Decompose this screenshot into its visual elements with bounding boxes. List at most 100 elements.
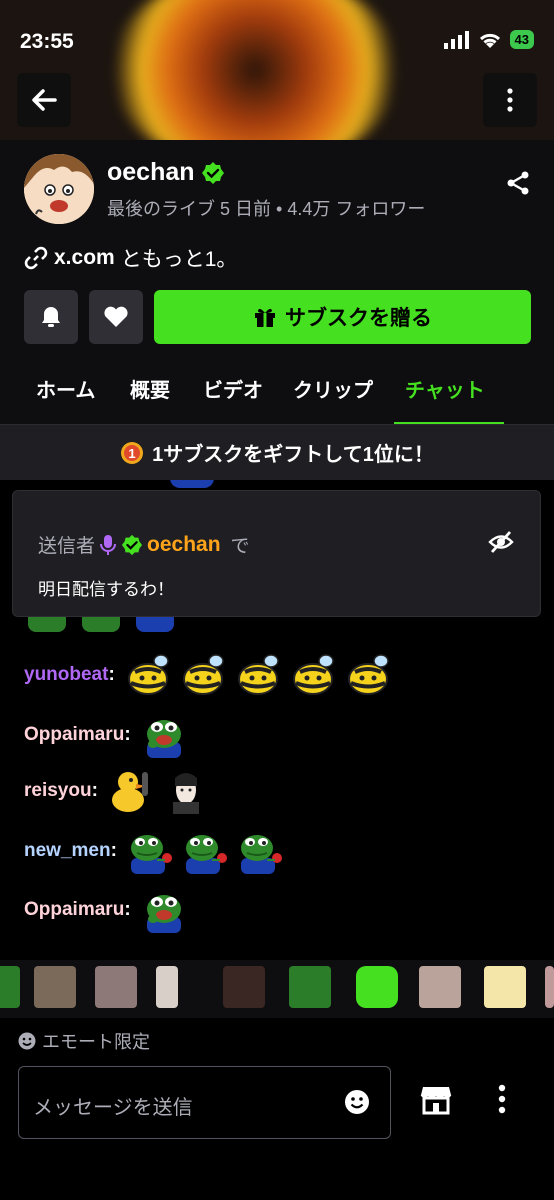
eye-off-icon: [488, 531, 514, 553]
pinned-text: 明日配信するわ！: [38, 580, 174, 599]
verified-badge-icon: [201, 161, 224, 184]
scrolled-emote-fragment: [170, 480, 214, 488]
gift-sub-button[interactable]: サブスクを贈る: [154, 290, 531, 344]
kebab-icon: [507, 88, 513, 112]
wifi-icon: [479, 33, 500, 48]
emote-option[interactable]: [223, 966, 265, 1008]
emote-option[interactable]: [419, 966, 461, 1008]
chat-username-colon: :: [108, 664, 115, 685]
chat-username[interactable]: Oppaimaru: [24, 899, 124, 921]
avatar-illustration: [24, 154, 94, 224]
bee-emote-icon[interactable]: [235, 652, 281, 698]
channel-tabs: ホーム 概要 ビデオ クリップ チャット: [0, 370, 554, 425]
pinned-author: oechan: [147, 532, 221, 556]
chat-username[interactable]: new_men: [24, 840, 111, 862]
chat-username[interactable]: reisyou: [24, 780, 92, 802]
tab-videos[interactable]: ビデオ: [203, 374, 263, 403]
chat-message: Oppaimaru:: [24, 712, 187, 758]
gift-sub-label: サブスクを贈る: [285, 307, 432, 330]
chat-emotes: [127, 828, 283, 874]
emote-option[interactable]: [545, 966, 554, 1008]
bee-emote-icon[interactable]: [290, 652, 336, 698]
emote-picker-strip: [0, 960, 554, 1018]
smiley-icon: [345, 1090, 369, 1114]
tab-about[interactable]: 概要: [130, 374, 170, 403]
channel-header: oechan 最後のライブ 5 日前 • 4.4万 フォロワー x.com とも…: [0, 140, 554, 425]
emote-option[interactable]: [95, 966, 137, 1008]
chat-username-colon: :: [124, 724, 131, 745]
chat-message: reisyou:: [24, 768, 209, 814]
face-emote-icon[interactable]: [162, 768, 209, 814]
store-button[interactable]: [420, 1085, 452, 1120]
chat-username[interactable]: yunobeat: [24, 664, 108, 686]
status-bar: 23:55 43: [0, 0, 554, 80]
chat-username[interactable]: Oppaimaru: [24, 724, 124, 746]
arrow-left-icon: [32, 89, 57, 111]
notifications-button[interactable]: [24, 290, 78, 344]
chat-input-placeholder: メッセージを送信: [33, 1097, 193, 1119]
pinned-suffix: で: [230, 536, 250, 557]
emote-picker-button[interactable]: [344, 1089, 370, 1120]
battery-indicator: 43: [509, 30, 534, 49]
pinned-prefix: 送信者: [38, 536, 96, 557]
duck-emote-icon[interactable]: [108, 768, 154, 814]
share-icon: [507, 171, 529, 195]
follow-button[interactable]: [89, 290, 143, 344]
emote-option[interactable]: [0, 966, 20, 1008]
tab-home[interactable]: ホーム: [36, 374, 95, 403]
emote-option[interactable]: [156, 966, 178, 1008]
chat-message: new_men:: [24, 828, 283, 874]
chat-emotes: [141, 887, 187, 933]
bee-emote-icon[interactable]: [345, 652, 391, 698]
kebab-icon: [498, 1084, 506, 1114]
hide-pinned-button[interactable]: [488, 531, 514, 558]
gift-leaderboard-banner[interactable]: 1 1サブスクをギフトして1位に！: [0, 424, 554, 480]
chat-emotes: [125, 652, 391, 698]
tab-clips[interactable]: クリップ: [293, 374, 373, 403]
channel-name-row: oechan: [107, 158, 225, 187]
chat-message: Oppaimaru:: [24, 887, 187, 933]
chat-input[interactable]: メッセージを送信: [18, 1066, 391, 1139]
rank-medal-icon: 1: [121, 441, 144, 464]
emote-option[interactable]: [484, 966, 526, 1008]
svg-text:1: 1: [129, 446, 136, 461]
emote-option[interactable]: [34, 966, 76, 1008]
link-text: ともっと1。: [120, 248, 238, 271]
status-time: 23:55: [20, 30, 74, 53]
status-icons: 43: [443, 30, 534, 49]
pinned-message[interactable]: 送信者 oechan で 明日配信するわ！: [12, 490, 541, 617]
channel-link[interactable]: x.com ともっと1。: [24, 243, 237, 273]
gift-banner-text: 1サブスクをギフトして1位に！: [152, 444, 434, 466]
bee-emote-icon[interactable]: [180, 652, 226, 698]
tab-chat[interactable]: チャット: [405, 374, 485, 403]
chat-emotes: [108, 768, 209, 814]
store-icon: [420, 1087, 452, 1115]
heart-icon: [104, 306, 128, 327]
link-host: x.com: [54, 246, 115, 269]
smiley-icon: [18, 1032, 36, 1050]
emote-option[interactable]: [356, 966, 398, 1008]
chat-username-colon: :: [110, 840, 117, 861]
avatar[interactable]: [24, 154, 94, 224]
scrolled-emote-row: [26, 616, 176, 634]
pepe-rose-emote-icon[interactable]: [182, 828, 228, 874]
share-button[interactable]: [506, 170, 530, 201]
bee-emote-icon[interactable]: [125, 652, 171, 698]
chat-message: yunobeat:: [24, 652, 391, 698]
chat-username-colon: :: [91, 780, 98, 801]
channel-name: oechan: [107, 158, 195, 186]
verified-badge-icon: [121, 534, 143, 555]
pepe-rose-emote-icon[interactable]: [237, 828, 283, 874]
back-button[interactable]: [17, 73, 71, 127]
chat-more-button[interactable]: [498, 1084, 506, 1119]
pepe-laugh-emote-icon[interactable]: [141, 712, 187, 758]
mic-icon: [100, 534, 117, 555]
emote-option[interactable]: [289, 966, 331, 1008]
pepe-laugh-emote-icon[interactable]: [141, 887, 187, 933]
channel-meta: 最後のライブ 5 日前 • 4.4万 フォロワー: [107, 199, 426, 219]
chat-feed: 送信者 oechan で 明日配信するわ！ yunobeat: Oppaimar…: [0, 480, 554, 950]
more-options-button[interactable]: [483, 73, 537, 127]
chat-emotes: [141, 712, 187, 758]
pepe-rose-emote-icon[interactable]: [127, 828, 173, 874]
signal-icon: [443, 30, 469, 49]
